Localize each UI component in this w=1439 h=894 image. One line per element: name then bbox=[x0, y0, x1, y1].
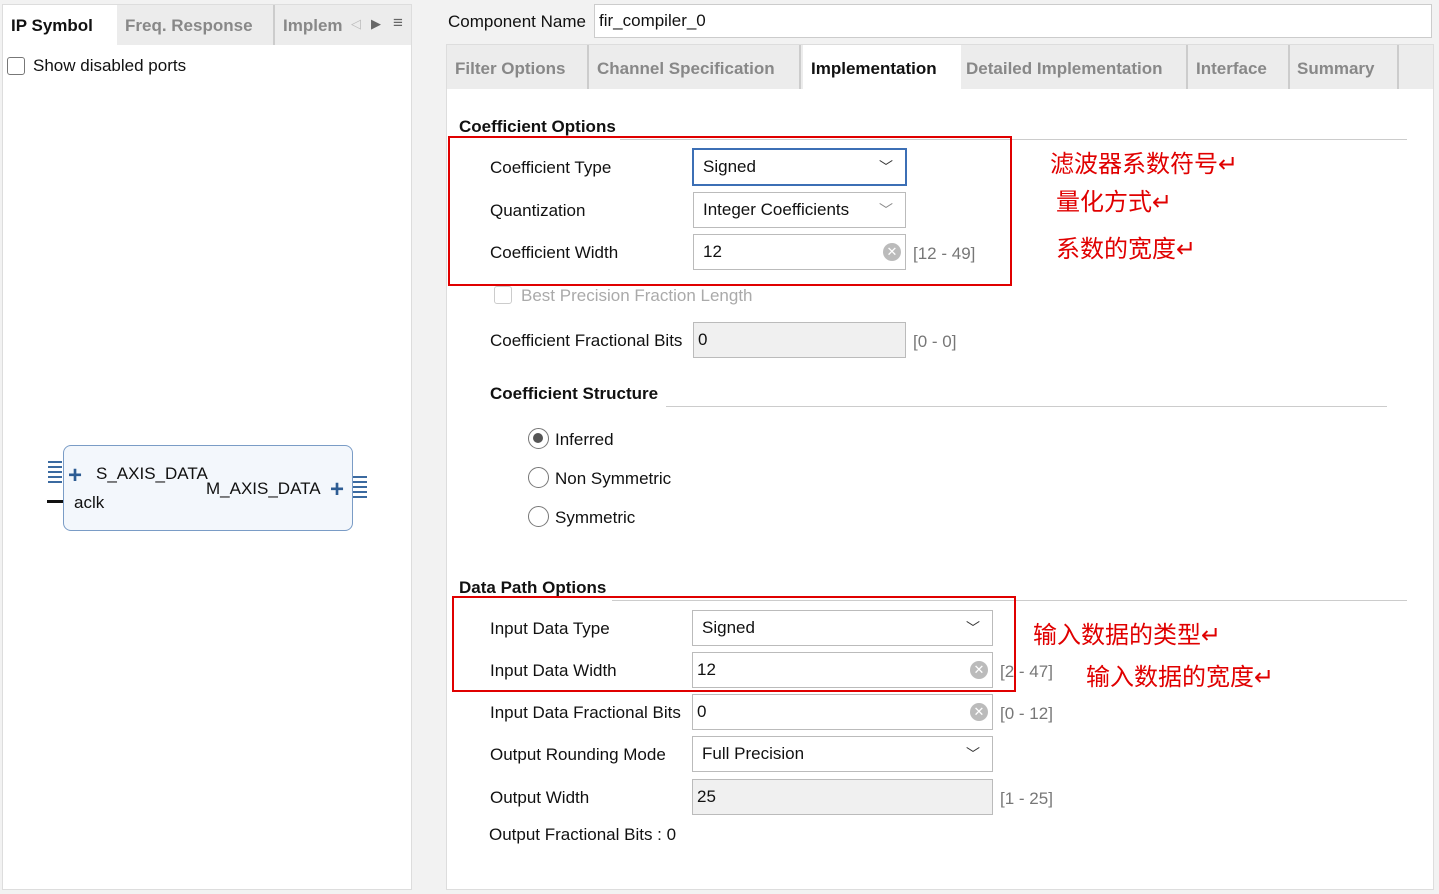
radio-non-symmetric-label: Non Symmetric bbox=[555, 469, 672, 488]
s-axis-port-label: S_AXIS_DATA bbox=[96, 464, 208, 483]
coefficient-structure-heading: Coefficient Structure bbox=[490, 384, 659, 403]
component-name-label: Component Name bbox=[448, 12, 586, 31]
s-axis-bus-icon bbox=[48, 461, 62, 483]
output-fractional-bits-text: Output Fractional Bits : 0 bbox=[489, 825, 677, 844]
menu-icon[interactable]: ≡ bbox=[393, 13, 403, 33]
annotation-box-input bbox=[452, 596, 1016, 692]
coefficient-fractional-bits-label: Coefficient Fractional Bits bbox=[490, 331, 683, 350]
clear-icon[interactable]: ✕ bbox=[970, 703, 988, 721]
m-axis-port-label: M_AXIS_DATA bbox=[206, 479, 321, 498]
coefficient-options-heading: Coefficient Options bbox=[459, 117, 616, 136]
best-precision-checkbox[interactable] bbox=[494, 286, 512, 304]
tab-freq-response[interactable]: Freq. Response bbox=[117, 5, 275, 45]
scroll-right-icon[interactable]: ▶ bbox=[371, 16, 381, 32]
chevron-down-icon: ﹀ bbox=[966, 746, 980, 762]
aclk-pin bbox=[47, 500, 63, 503]
output-rounding-mode-select[interactable]: Full Precision ﹀ bbox=[692, 736, 993, 772]
coefficient-fractional-bits-range: [0 - 0] bbox=[913, 332, 957, 351]
tab-channel-specification[interactable]: Channel Specification bbox=[589, 45, 801, 89]
scroll-left-icon[interactable]: ◁ bbox=[351, 16, 361, 32]
radio-inferred[interactable] bbox=[528, 428, 549, 449]
radio-non-symmetric[interactable] bbox=[528, 467, 549, 488]
input-fractional-bits-input[interactable]: 0 ✕ bbox=[692, 694, 993, 730]
show-disabled-ports-label: Show disabled ports bbox=[33, 56, 187, 75]
tab-summary[interactable]: Summary bbox=[1289, 45, 1399, 89]
radio-inferred-label: Inferred bbox=[555, 430, 614, 449]
annotation-box-coefficient bbox=[448, 136, 1012, 286]
annotation-coef-width: 系数的宽度↵ bbox=[1056, 235, 1197, 263]
ip-block[interactable]: + S_AXIS_DATA M_AXIS_DATA + aclk bbox=[63, 445, 353, 531]
annotation-input-type: 输入数据的类型↵ bbox=[1033, 621, 1222, 649]
output-width-input[interactable]: 25 bbox=[692, 779, 993, 815]
input-fractional-bits-range: [0 - 12] bbox=[1000, 704, 1053, 723]
tab-ip-symbol[interactable]: IP Symbol bbox=[3, 5, 117, 45]
ip-symbol-panel: IP Symbol Freq. Response Implem ◁ ▶ ≡ Sh… bbox=[2, 4, 412, 890]
m-axis-bus-icon bbox=[353, 476, 367, 498]
tab-detailed-implementation[interactable]: Detailed Implementation bbox=[958, 45, 1188, 89]
tab-implementation-left[interactable]: Implem bbox=[275, 5, 351, 45]
expand-s-axis-icon[interactable]: + bbox=[68, 464, 82, 488]
expand-m-axis-icon[interactable]: + bbox=[330, 478, 344, 502]
show-disabled-ports-checkbox[interactable] bbox=[7, 57, 25, 75]
output-rounding-mode-label: Output Rounding Mode bbox=[490, 745, 666, 764]
output-rounding-mode-value: Full Precision bbox=[702, 744, 805, 763]
input-fractional-bits-value: 0 bbox=[697, 702, 707, 721]
annotation-input-width: 输入数据的宽度↵ bbox=[1086, 663, 1275, 691]
output-width-label: Output Width bbox=[490, 788, 590, 807]
data-path-options-heading: Data Path Options bbox=[459, 578, 607, 597]
annotation-quantization: 量化方式↵ bbox=[1056, 188, 1173, 216]
annotation-coef-sign: 滤波器系数符号↵ bbox=[1050, 150, 1239, 178]
output-width-range: [1 - 25] bbox=[1000, 789, 1053, 808]
tab-implementation[interactable]: Implementation bbox=[803, 45, 961, 89]
coefficient-fractional-bits-input[interactable]: 0 bbox=[693, 322, 906, 358]
component-name-input[interactable]: fir_compiler_0 bbox=[594, 4, 1432, 38]
tab-bar: Filter Options Channel Specification Imp… bbox=[447, 45, 1433, 89]
input-fractional-bits-label: Input Data Fractional Bits bbox=[490, 703, 681, 722]
left-tab-bar: IP Symbol Freq. Response Implem ◁ ▶ ≡ bbox=[3, 5, 411, 45]
tab-interface[interactable]: Interface bbox=[1188, 45, 1290, 89]
aclk-port-label: aclk bbox=[74, 493, 105, 512]
divider bbox=[666, 406, 1387, 407]
radio-symmetric[interactable] bbox=[528, 506, 549, 527]
tab-filter-options[interactable]: Filter Options bbox=[447, 45, 589, 89]
radio-symmetric-label: Symmetric bbox=[555, 508, 636, 527]
best-precision-label: Best Precision Fraction Length bbox=[521, 286, 753, 305]
